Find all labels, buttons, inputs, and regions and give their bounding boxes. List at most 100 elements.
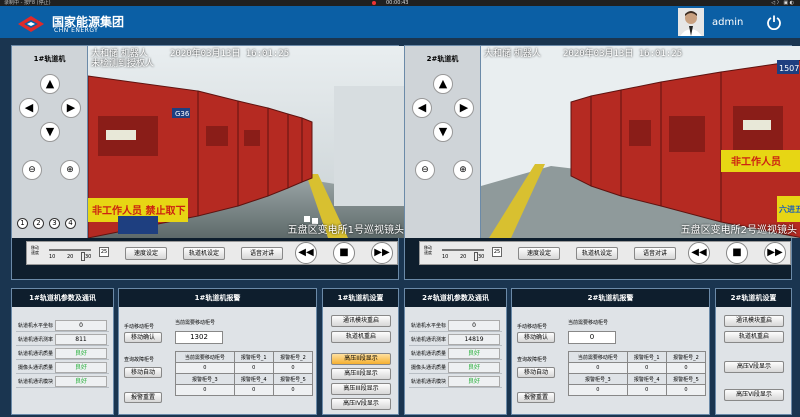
current-cabinet-field[interactable]: 0 — [568, 331, 616, 344]
track-machine-set-button[interactable]: 轨道机设定 — [576, 247, 618, 260]
param-name: 摄像头通讯质量 — [18, 365, 54, 371]
param-row: 轨道机水平坐标 0 — [16, 319, 109, 332]
substation-scene-image: G36 非工作人员 禁止取下 — [88, 46, 410, 238]
auto-move-button[interactable]: 移动自动 — [124, 367, 162, 378]
alarm-reset-button[interactable]: 报警重置 — [517, 392, 555, 403]
up-arrow-icon[interactable]: ▲ — [40, 74, 60, 94]
speed-set-button[interactable]: 速度设定 — [518, 247, 560, 260]
company-name-en: CHN ENERGY — [54, 27, 99, 34]
left-arrow-icon[interactable]: ◀ — [19, 98, 39, 118]
grid-cell: 0 — [626, 362, 667, 374]
param-row: 轨道机通讯测率 811 — [16, 333, 109, 346]
panel-title: 1#轨道机 — [33, 55, 66, 63]
grid-cell: 0 — [626, 384, 667, 396]
hv-section-button[interactable]: 高压VI段显示 — [724, 389, 784, 401]
hv-section-button[interactable]: 高压II段显示 — [331, 368, 391, 380]
param-value: 良好 — [448, 376, 500, 387]
speed-tick: 30 — [478, 254, 485, 260]
hv-section-button[interactable]: 高压III段显示 — [331, 383, 391, 395]
param-name: 轨道机通讯测率 — [411, 337, 447, 343]
zoom-in-icon[interactable]: ⊕ — [60, 160, 80, 180]
preset-3-button[interactable]: 3 — [49, 218, 60, 229]
rewind-icon[interactable]: ◀◀ — [688, 242, 710, 264]
speed-slider[interactable] — [442, 249, 484, 261]
speed-slider-knob[interactable] — [80, 252, 85, 261]
voice-intercom-button[interactable]: 语音对讲 — [634, 247, 676, 260]
param-value: 811 — [55, 334, 107, 345]
forward-icon[interactable]: ▶▶ — [764, 242, 786, 264]
hv-section-button[interactable]: 高压V段显示 — [724, 361, 784, 373]
param-row: 轨道机通讯模块 良好 — [409, 375, 502, 388]
hv-section-button[interactable]: 高压IV段显示 — [331, 398, 391, 410]
alarm-grid: 当前需要移动柜号 报警柜号_1 报警柜号_2 000 报警柜号_3 报警柜号_4 报警柜… — [568, 351, 707, 396]
move-confirm-button[interactable]: 移动确认 — [517, 332, 555, 343]
zoom-out-icon[interactable]: ⊖ — [415, 160, 435, 180]
speed-value[interactable]: 25 — [99, 247, 109, 257]
stop-icon[interactable]: ■ — [333, 242, 355, 264]
grid-cell: 0 — [175, 362, 235, 374]
preset-1-button[interactable]: 1 — [17, 218, 28, 229]
down-arrow-icon[interactable]: ▼ — [433, 122, 453, 142]
auto-move-button[interactable]: 移动自动 — [517, 367, 555, 378]
param-value: 0 — [448, 320, 500, 331]
camera-view-2[interactable]: 1507 非工作人员 六进五 大和储 机器人 2020年03月13日 16:01… — [481, 46, 800, 238]
param-name: 轨道机水平坐标 — [18, 323, 54, 329]
grid-header: 报警柜号_2 — [272, 351, 314, 363]
power-icon[interactable] — [766, 14, 782, 30]
right-arrow-icon[interactable]: ▶ — [61, 98, 81, 118]
left-arrow-icon[interactable]: ◀ — [412, 98, 432, 118]
stop-icon[interactable]: ■ — [726, 242, 748, 264]
speed-set-button[interactable]: 速度设定 — [125, 247, 167, 260]
voice-intercom-button[interactable]: 语音对讲 — [241, 247, 283, 260]
move-confirm-button[interactable]: 移动确认 — [124, 332, 162, 343]
grid-header: 报警柜号_3 — [568, 373, 628, 385]
alarm-reset-button[interactable]: 报警重置 — [124, 392, 162, 403]
param-name: 轨道机通讯质量 — [18, 351, 54, 357]
up-arrow-icon[interactable]: ▲ — [433, 74, 453, 94]
grid-header: 报警柜号_1 — [233, 351, 274, 363]
track-machine-set-button[interactable]: 轨道机设定 — [183, 247, 225, 260]
ptz-control-1: 1#轨道机 ▲ ◀ ▶ ▼ ⊖ ⊕ 1 2 3 4 — [12, 46, 88, 238]
speed-slider-knob[interactable] — [473, 252, 478, 261]
alarm-panel-2: 2#轨道机报警 手动移动柜号 当前需要移动柜号 移动确认 0 查询故障柜号 移动… — [511, 288, 710, 415]
down-arrow-icon[interactable]: ▼ — [40, 122, 60, 142]
avatar[interactable] — [678, 8, 704, 36]
comm-restart-button[interactable]: 通讯模块重启 — [724, 315, 784, 327]
param-name: 轨道机通讯质量 — [411, 351, 447, 357]
panel-title: 2#轨道机参数及通讯 — [405, 289, 506, 307]
rewind-icon[interactable]: ◀◀ — [295, 242, 317, 264]
panel-title: 1#轨道机设置 — [323, 289, 398, 307]
panel-title: 2#轨道机报警 — [512, 289, 709, 307]
grid-header: 报警柜号_5 — [272, 373, 314, 385]
hv-section-button[interactable]: 高压II段显示 — [331, 353, 391, 365]
param-value: 良好 — [448, 348, 500, 359]
param-value: 0 — [55, 320, 107, 331]
move-to-label: 手动移动柜号 — [124, 324, 155, 330]
move-to-label: 手动移动柜号 — [517, 324, 548, 330]
current-cabinet-field[interactable]: 1302 — [175, 331, 223, 344]
grid-cell: 0 — [568, 362, 628, 374]
speed-value[interactable]: 25 — [492, 247, 502, 257]
chn-energy-logo-icon — [18, 16, 44, 32]
param-name: 轨道机通讯模块 — [411, 379, 447, 385]
speed-tick: 20 — [460, 254, 467, 260]
right-arrow-icon[interactable]: ▶ — [454, 98, 474, 118]
machine-restart-button[interactable]: 轨道机重启 — [724, 331, 784, 343]
machine-restart-button[interactable]: 轨道机重启 — [331, 331, 391, 343]
speed-tick: 30 — [85, 254, 92, 260]
warning-sign: 非工作人员 禁止取下 — [92, 204, 185, 217]
camera-location: 五盘区变电所1号巡视镜头 — [287, 225, 404, 236]
settings-panel-2: 2#轨道机设置 通讯模块重启 轨道机重启 高压V段显示 高压VI段显示 — [715, 288, 792, 415]
warning-sign: 非工作人员 — [731, 155, 781, 168]
preset-2-button[interactable]: 2 — [33, 218, 44, 229]
preset-4-button[interactable]: 4 — [65, 218, 76, 229]
grid-header: 报警柜号_5 — [665, 373, 707, 385]
camera-view-1[interactable]: G36 非工作人员 禁止取下 大和储 机器人 未检测到授权人 2020年03月1… — [88, 46, 410, 238]
comm-restart-button[interactable]: 通讯模块重启 — [331, 315, 391, 327]
zoom-out-icon[interactable]: ⊖ — [22, 160, 42, 180]
zoom-in-icon[interactable]: ⊕ — [453, 160, 473, 180]
grid-cell: 0 — [272, 362, 314, 374]
grid-cell: 0 — [665, 362, 707, 374]
speed-slider[interactable] — [49, 249, 91, 261]
forward-icon[interactable]: ▶▶ — [371, 242, 393, 264]
